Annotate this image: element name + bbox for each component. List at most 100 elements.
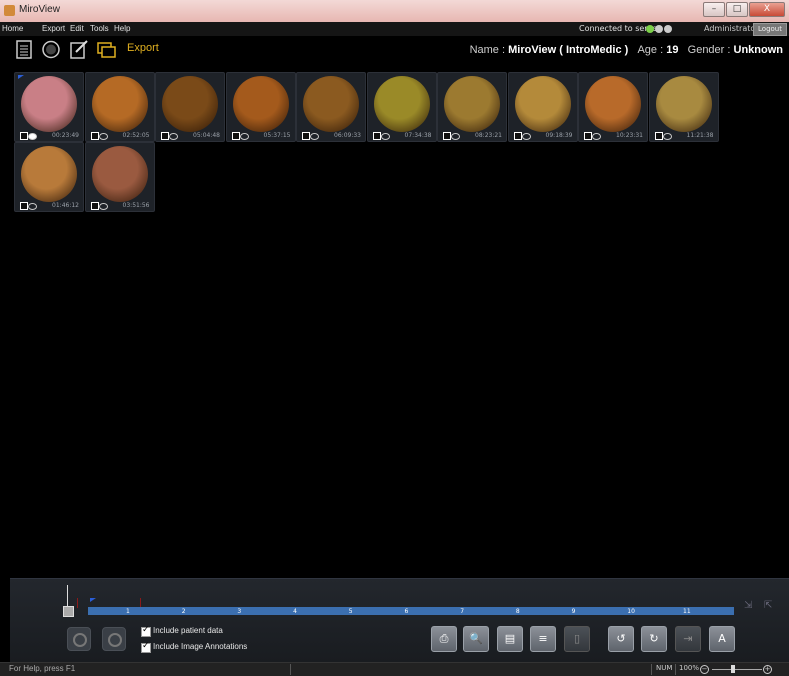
document-export-button[interactable]: ≡ <box>530 626 556 652</box>
select-checkbox[interactable] <box>513 132 522 140</box>
zoom-in-icon[interactable]: + <box>763 665 772 674</box>
gender-label: Gender : <box>687 44 734 56</box>
select-checkbox[interactable] <box>90 132 99 140</box>
menu-tools[interactable]: Tools <box>90 24 109 33</box>
select-checkbox[interactable] <box>231 132 240 140</box>
capture-image[interactable] <box>444 76 500 132</box>
zoom-slider[interactable] <box>712 669 762 670</box>
capture-time: 10:23:31 <box>616 132 643 139</box>
report-icon[interactable] <box>15 40 33 59</box>
rotate-left-button[interactable]: ↺ <box>608 626 634 652</box>
capture-thumbnail[interactable]: 11:21:38 <box>648 72 719 142</box>
comment-icon[interactable] <box>521 133 531 140</box>
capture-image[interactable] <box>91 76 148 132</box>
capture-thumbnail[interactable]: 06:09:33 <box>296 72 366 142</box>
comment-icon[interactable] <box>310 133 319 140</box>
capture-thumbnail[interactable]: 05:04:48 <box>155 72 225 142</box>
zoom-slider-knob[interactable] <box>731 665 735 673</box>
comment-icon[interactable] <box>239 133 249 140</box>
menu-home[interactable]: Home <box>2 24 23 33</box>
menu-export[interactable]: Export <box>42 24 65 33</box>
maximize-button[interactable]: □ <box>726 2 748 17</box>
select-checkbox[interactable] <box>161 132 169 140</box>
timeline-cursor[interactable] <box>67 585 68 607</box>
select-checkbox[interactable] <box>654 132 663 140</box>
comment-icon[interactable] <box>662 133 672 140</box>
capture-thumbnail[interactable]: 03:51:56 <box>84 142 155 212</box>
zoom-out-timeline-icon[interactable]: ⇱ <box>764 600 772 611</box>
capture-image[interactable] <box>162 76 218 132</box>
capture-thumbnail[interactable]: 05:37:15 <box>225 72 296 142</box>
include-annotations-checkbox[interactable] <box>141 641 151 653</box>
select-checkbox[interactable] <box>372 132 381 140</box>
capture-image[interactable] <box>655 76 712 132</box>
comment-icon[interactable] <box>380 133 390 140</box>
pdf-export-button[interactable]: ▤ <box>497 626 523 652</box>
zoom-in-timeline-icon[interactable]: ⇲ <box>744 600 752 611</box>
timeline-scroll-handle[interactable] <box>63 606 74 617</box>
measure-button[interactable]: ⇥ <box>675 626 701 652</box>
rotate-right-button[interactable]: ↻ <box>641 626 667 652</box>
comment-icon[interactable] <box>451 133 460 140</box>
timeline-tick-label: 10 <box>627 608 635 615</box>
timeline-tick-label: 11 <box>683 608 691 615</box>
capture-thumbnail[interactable]: 10:23:31 <box>578 72 648 142</box>
export-images-icon[interactable] <box>97 40 117 59</box>
capture-image[interactable] <box>21 76 77 132</box>
edit-note-icon[interactable] <box>70 40 88 59</box>
layout-button[interactable]: ▯ <box>564 626 590 652</box>
divider <box>651 664 652 675</box>
record-icon[interactable] <box>42 40 60 59</box>
menu-help[interactable]: Help <box>114 24 130 33</box>
toolbar: Export Name : MiroView ( IntroMedic ) Ag… <box>0 36 789 63</box>
select-checkbox[interactable] <box>20 132 28 140</box>
capture-thumbnail[interactable]: 07:34:38 <box>366 72 437 142</box>
select-checkbox[interactable] <box>20 202 28 210</box>
export-label[interactable]: Export <box>127 42 159 54</box>
age-label: Age : <box>637 44 667 56</box>
prev-capture-button[interactable] <box>67 627 91 651</box>
title-bar: MiroView – □ X <box>0 0 789 23</box>
comment-icon[interactable] <box>28 133 37 140</box>
capture-time: 06:09:33 <box>334 132 361 139</box>
include-patient-label: Include patient data <box>153 626 223 635</box>
menu-edit[interactable]: Edit <box>70 24 84 33</box>
zoom-out-icon[interactable]: − <box>700 665 709 674</box>
patient-age: 19 <box>666 44 679 56</box>
minimize-button[interactable]: – <box>703 2 725 17</box>
capture-image[interactable] <box>232 76 289 132</box>
capture-image[interactable] <box>21 146 77 202</box>
capture-image[interactable] <box>373 76 430 132</box>
comment-icon[interactable] <box>592 133 601 140</box>
select-checkbox[interactable] <box>90 202 99 210</box>
include-patient-checkbox[interactable] <box>141 625 151 637</box>
close-button[interactable]: X <box>749 2 785 17</box>
capture-time: 08:23:21 <box>475 132 502 139</box>
num-indicator: NUM <box>656 664 673 672</box>
capture-thumbnail[interactable]: 09:18:39 <box>507 72 578 142</box>
capture-image[interactable] <box>91 146 148 202</box>
next-capture-button[interactable] <box>102 627 126 651</box>
comment-icon[interactable] <box>169 133 178 140</box>
capture-thumbnail[interactable]: 08:23:21 <box>437 72 507 142</box>
capture-time: 07:34:38 <box>404 132 432 139</box>
print-preview-button[interactable]: 🔍 <box>463 626 489 652</box>
capture-image[interactable] <box>514 76 571 132</box>
comment-icon[interactable] <box>28 203 37 210</box>
flag-icon <box>18 75 24 79</box>
select-checkbox[interactable] <box>443 132 451 140</box>
logout-button[interactable]: Logout <box>753 23 787 36</box>
capture-thumbnail[interactable]: 02:52:05 <box>84 72 155 142</box>
select-checkbox[interactable] <box>584 132 592 140</box>
select-checkbox[interactable] <box>302 132 310 140</box>
print-button[interactable]: ⎙ <box>431 626 457 652</box>
comment-icon[interactable] <box>98 203 108 210</box>
capture-image[interactable] <box>585 76 641 132</box>
timeline-tick-label: 7 <box>460 608 465 615</box>
capture-thumbnail[interactable]: 01:46:12 <box>14 142 84 212</box>
capture-image[interactable] <box>303 76 359 132</box>
status-bar: For Help, press F1 NUM 100% − + <box>0 662 789 676</box>
capture-thumbnail[interactable]: 00:23:49 <box>14 72 84 142</box>
annotate-button[interactable]: A <box>709 626 735 652</box>
comment-icon[interactable] <box>98 133 108 140</box>
